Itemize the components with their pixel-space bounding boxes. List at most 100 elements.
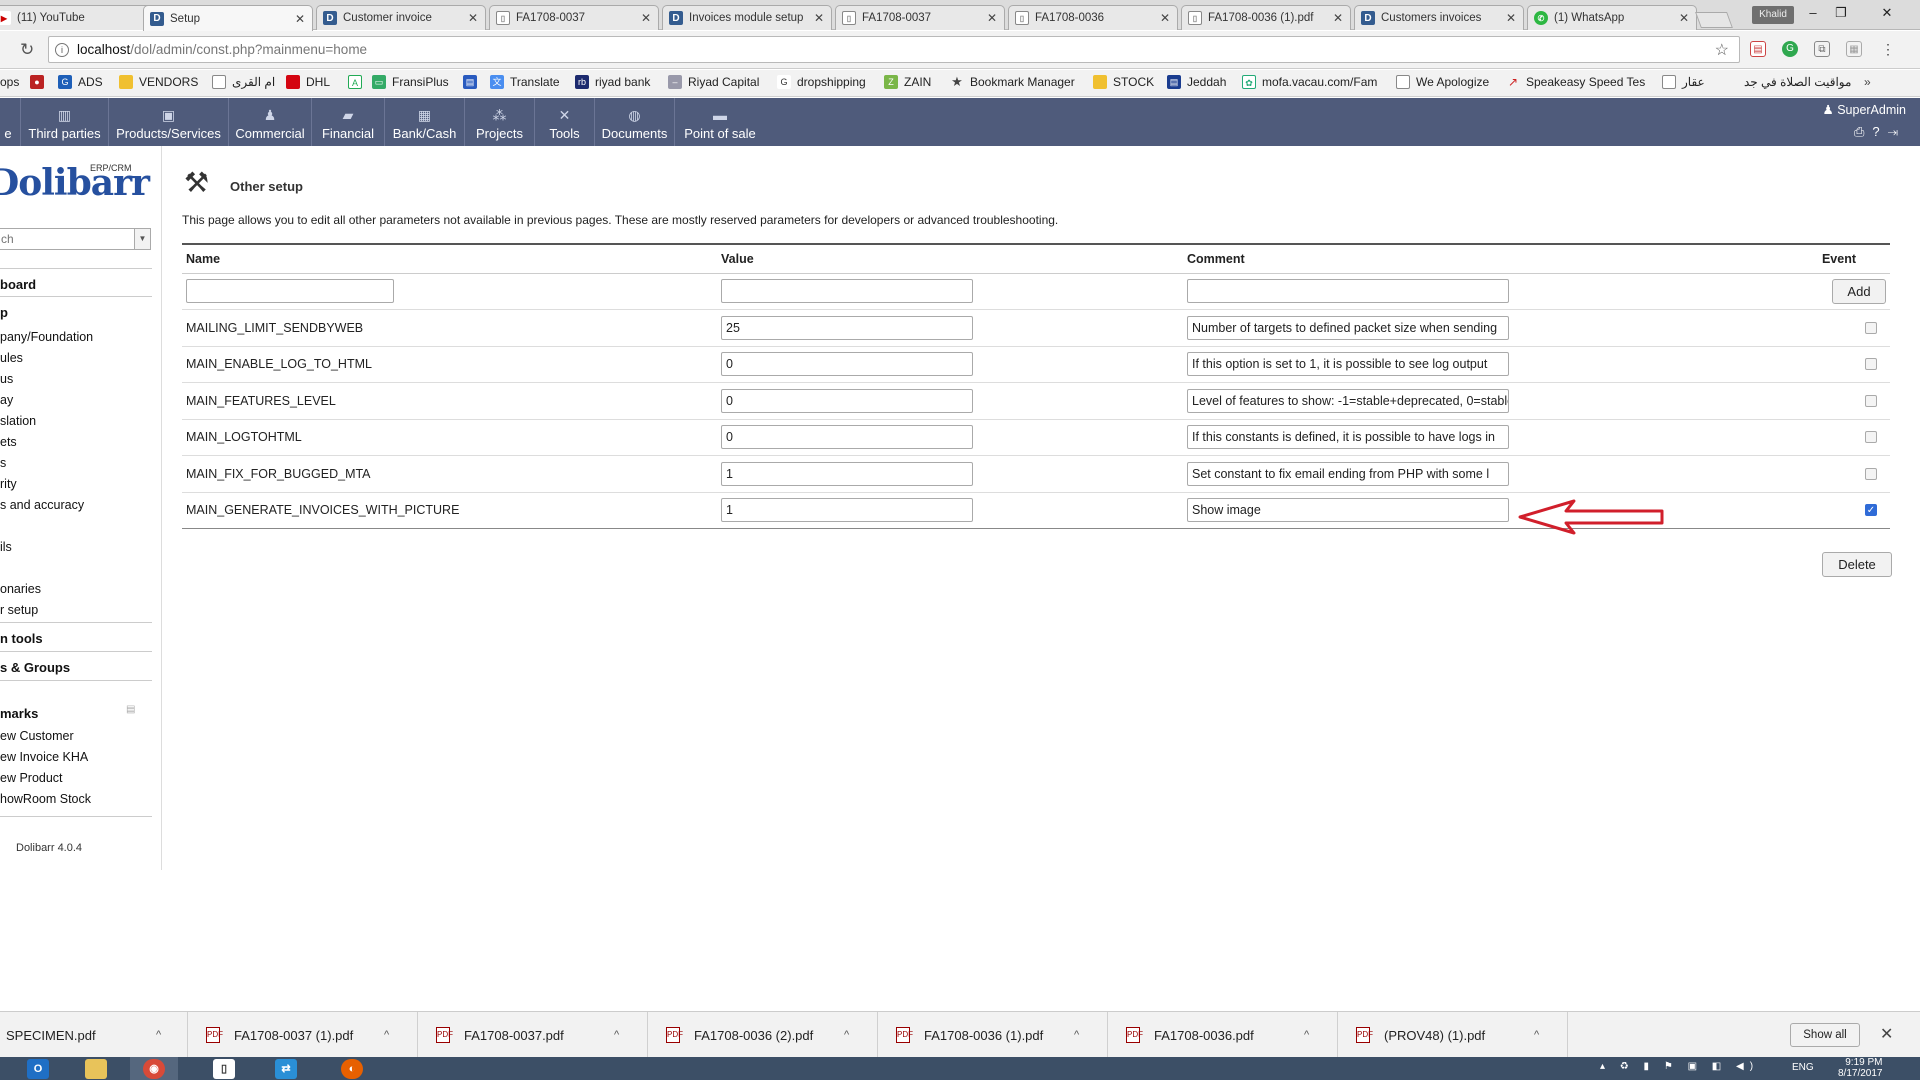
bookmark-item[interactable]: Z ZAIN xyxy=(884,75,931,89)
bookmark-item[interactable]: ▤ Jeddah xyxy=(1167,75,1226,89)
sidebar-item-emails[interactable]: ils xyxy=(0,540,12,554)
sidebar-bookmark-new-invoice[interactable]: ew Invoice KHA xyxy=(0,750,88,764)
bookmark-folder[interactable]: STOCK xyxy=(1093,75,1154,89)
tab-fa1708-0036-pdf[interactable]: ▯ FA1708-0036 (1).pdf ✕ xyxy=(1181,5,1351,30)
bookmark-item[interactable]: G ADS xyxy=(58,75,103,89)
bookmark-item[interactable]: rb riyad bank xyxy=(575,75,650,89)
close-tab-icon[interactable]: ✕ xyxy=(813,11,825,25)
tab-customer-invoice[interactable]: D Customer invoice ✕ xyxy=(316,5,486,30)
menu-bank-cash[interactable]: ▦ Bank/Cash xyxy=(385,98,465,146)
bookmark-item[interactable]: DHL xyxy=(286,75,330,89)
download-item[interactable]: PDF FA1708-0036 (1).pdf ^ xyxy=(878,1012,1108,1058)
user-name[interactable]: ♟ SuperAdmin xyxy=(1823,102,1906,117)
more-bookmarks-icon[interactable]: » xyxy=(1864,75,1871,89)
bookmark-item[interactable]: Gdropshipping xyxy=(777,75,866,89)
new-tab-button[interactable] xyxy=(1695,12,1733,28)
sidebar-bookmark-showroom-stock[interactable]: howRoom Stock xyxy=(0,792,91,806)
menu-commercial[interactable]: ♟ Commercial xyxy=(229,98,312,146)
close-tab-icon[interactable]: ✕ xyxy=(1159,11,1171,25)
show-all-button[interactable]: Show all xyxy=(1790,1023,1860,1047)
constant-comment-input[interactable] xyxy=(1187,425,1509,450)
help-icon[interactable]: ? xyxy=(1872,124,1887,139)
bookmark-item[interactable]: ▭ FransiPlus xyxy=(372,75,449,89)
constant-comment-input[interactable] xyxy=(1187,498,1509,523)
tab-setup[interactable]: D Setup ✕ xyxy=(143,5,313,31)
chevron-up-icon[interactable]: ^ xyxy=(1304,1029,1324,1041)
sidebar-dashboard[interactable]: board xyxy=(0,277,36,292)
menu-home[interactable]: e xyxy=(0,98,21,146)
cast-extension-icon[interactable]: ⧉ xyxy=(1814,41,1830,57)
file-explorer-taskbar-icon[interactable] xyxy=(72,1057,120,1080)
close-window-icon[interactable]: ✕ xyxy=(1874,2,1900,24)
profile-badge[interactable]: Khalid xyxy=(1752,6,1794,24)
bookmark-folder[interactable]: VENDORS xyxy=(119,75,198,89)
download-item[interactable]: SPECIMEN.pdf ^ xyxy=(0,1012,188,1058)
search-input[interactable] xyxy=(0,228,138,250)
constant-value-input[interactable] xyxy=(721,315,973,340)
download-item[interactable]: PDF FA1708-0037 (1).pdf ^ xyxy=(188,1012,418,1058)
menu-tools[interactable]: ✕ Tools xyxy=(535,98,595,146)
event-checkbox[interactable] xyxy=(1865,358,1877,371)
menu-kebab-icon[interactable]: ⋮ xyxy=(1880,41,1896,57)
download-item[interactable]: PDF FA1708-0036.pdf ^ xyxy=(1108,1012,1338,1058)
download-item[interactable]: PDF FA1708-0036 (2).pdf ^ xyxy=(648,1012,878,1058)
url-bar[interactable]: i localhost/dol/admin/const.php?mainmenu… xyxy=(48,36,1740,63)
sidebar-item-security[interactable]: rity xyxy=(0,477,17,491)
download-item[interactable]: PDF (PROV48) (1).pdf ^ xyxy=(1338,1012,1568,1058)
outlook-taskbar-icon[interactable]: O xyxy=(14,1057,62,1080)
system-tray-icons[interactable]: ▴ ♻ ▮ ⚑ ▣ ◧ ◀) xyxy=(1600,1061,1759,1072)
tab-fa1708-0036[interactable]: ▯ FA1708-0036 ✕ xyxy=(1008,5,1178,30)
constant-value-input[interactable] xyxy=(721,498,973,523)
new-name-input[interactable] xyxy=(186,279,394,304)
tab-youtube[interactable]: ▶(11) YouTube✕ xyxy=(0,5,160,30)
close-downloads-icon[interactable]: ✕ xyxy=(1880,1024,1893,1044)
chevron-down-icon[interactable]: ▼ xyxy=(134,228,151,250)
sidebar-bookmark-new-customer[interactable]: ew Customer xyxy=(0,729,74,743)
bookmark-item[interactable]: ▤ xyxy=(463,75,483,89)
bookmark-star-icon[interactable]: ☆ xyxy=(1715,40,1729,60)
constant-comment-input[interactable] xyxy=(1187,315,1509,340)
chevron-up-icon[interactable]: ^ xyxy=(156,1029,176,1041)
firefox-taskbar-icon[interactable]: ◐ xyxy=(328,1057,376,1080)
grammarly-extension-icon[interactable]: G xyxy=(1782,41,1798,57)
maximize-icon[interactable]: ❐ xyxy=(1828,2,1854,24)
add-button[interactable]: Add xyxy=(1832,278,1886,304)
close-tab-icon[interactable]: ✕ xyxy=(294,12,306,26)
new-value-input[interactable] xyxy=(721,279,973,304)
print-icon[interactable]: ⎙ xyxy=(1854,124,1872,139)
constant-value-input[interactable] xyxy=(721,388,973,413)
app-taskbar-icon[interactable]: ▯ xyxy=(200,1057,248,1080)
constant-comment-input[interactable] xyxy=(1187,388,1509,413)
chevron-up-icon[interactable]: ^ xyxy=(844,1029,864,1041)
pdf-extension-icon[interactable]: ▤ xyxy=(1750,41,1766,57)
menu-documents[interactable]: ◍ Documents xyxy=(595,98,675,146)
chrome-taskbar-icon[interactable]: ◉ xyxy=(130,1057,178,1080)
menu-point-of-sale[interactable]: ▬ Point of sale xyxy=(675,98,765,146)
constant-value-input[interactable] xyxy=(721,461,973,486)
bookmark-item[interactable]: – Riyad Capital xyxy=(668,75,759,89)
bookmarks-menu-icon[interactable]: ▤ xyxy=(126,704,135,715)
sidebar-setup-header[interactable]: p xyxy=(0,305,8,320)
extension-icon[interactable]: ▦ xyxy=(1846,41,1862,57)
menu-third-parties[interactable]: ▥ Third parties xyxy=(21,98,109,146)
event-checkbox[interactable] xyxy=(1865,394,1877,407)
close-tab-icon[interactable]: ✕ xyxy=(467,11,479,25)
tab-whatsapp[interactable]: ✆ (1) WhatsApp ✕ xyxy=(1527,5,1697,30)
bookmark-item[interactable]: عقار xyxy=(1662,75,1705,89)
close-tab-icon[interactable]: ✕ xyxy=(1678,11,1690,25)
download-item[interactable]: PDF FA1708-0037.pdf ^ xyxy=(418,1012,648,1058)
delete-button[interactable]: Delete xyxy=(1822,552,1892,577)
bookmark-item[interactable]: ● xyxy=(30,75,50,89)
bookmark-item[interactable]: ↗ Speakeasy Speed Tes xyxy=(1506,75,1645,89)
new-comment-input[interactable] xyxy=(1187,279,1509,304)
bookmark-item[interactable]: ops xyxy=(0,75,19,89)
reload-icon[interactable]: ↻ xyxy=(20,40,34,60)
transfer-app-taskbar-icon[interactable]: ⇄ xyxy=(262,1057,310,1080)
sidebar-item-translation[interactable]: slation xyxy=(0,414,36,428)
sidebar-item-other-setup[interactable]: r setup xyxy=(0,603,38,617)
sidebar-admin-tools[interactable]: n tools xyxy=(0,631,43,646)
chevron-up-icon[interactable]: ^ xyxy=(1074,1029,1094,1041)
constant-value-input[interactable] xyxy=(721,425,973,450)
bookmark-item[interactable]: ✿ mofa.vacau.com/Fam xyxy=(1242,75,1377,89)
event-checkbox-checked[interactable]: ✓ xyxy=(1865,504,1877,517)
